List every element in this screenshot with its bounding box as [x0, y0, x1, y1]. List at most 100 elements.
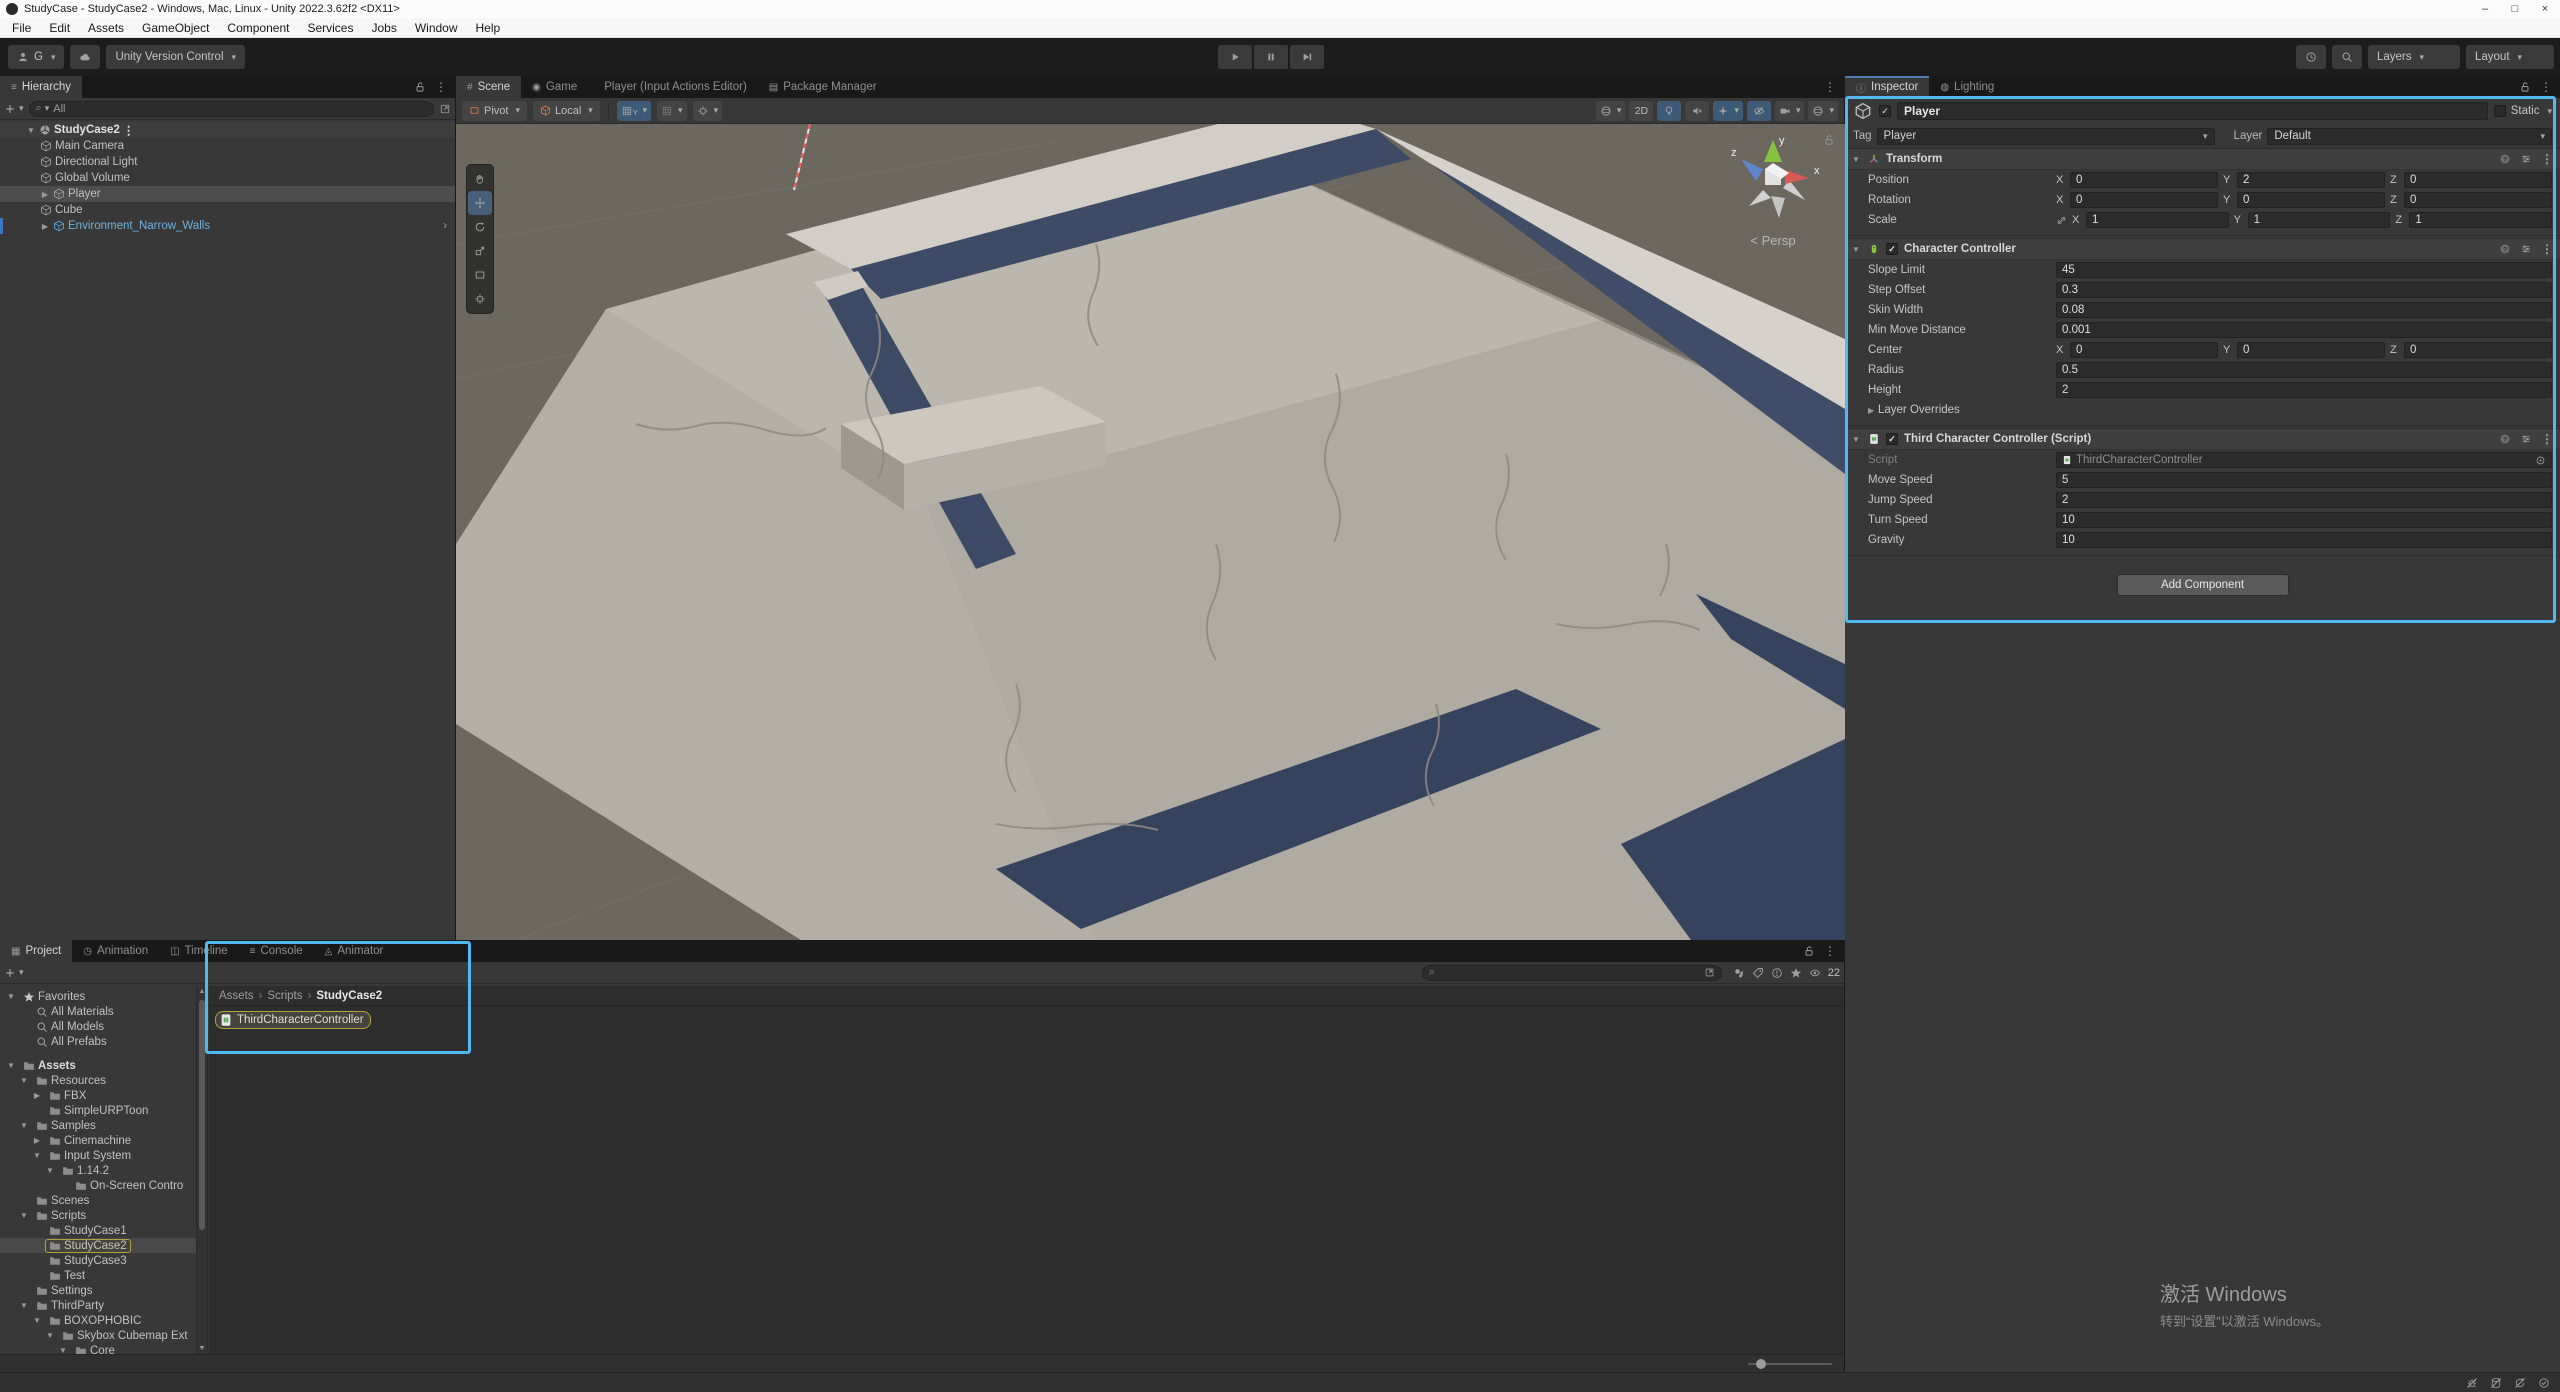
- foldout-open-icon[interactable]: ▼: [1852, 155, 1862, 164]
- folder-row[interactable]: ▼ Samples: [0, 1118, 196, 1133]
- help-icon[interactable]: [2499, 433, 2511, 445]
- hierarchy-search-input[interactable]: ⌕ All: [29, 101, 434, 117]
- folder-row[interactable]: StudyCase2: [0, 1238, 196, 1253]
- panel-menu-icon[interactable]: [1824, 80, 1836, 94]
- scene-lighting-toggle[interactable]: [1657, 101, 1681, 121]
- foldout-arrow-icon[interactable]: ▼: [32, 1316, 42, 1325]
- hierarchy-row[interactable]: Global Volume: [0, 170, 455, 186]
- local-global-toggle[interactable]: Local: [533, 101, 600, 121]
- hierarchy-row[interactable]: Cube: [0, 202, 455, 218]
- foldout-arrow-icon[interactable]: ▼: [45, 1166, 55, 1175]
- snap-increment-dropdown[interactable]: [693, 101, 723, 121]
- scene-view-tab[interactable]: ▤ Package Manager: [758, 76, 888, 98]
- layers-dropdown[interactable]: Layers: [2368, 45, 2460, 69]
- cache-server-disabled-icon[interactable]: [2490, 1377, 2502, 1389]
- search-by-type-icon[interactable]: [1733, 967, 1745, 979]
- pivot-toggle[interactable]: Pivot: [462, 101, 527, 121]
- value-field[interactable]: 0.5: [2056, 362, 2552, 378]
- folder-row[interactable]: ▶ FBX: [0, 1088, 196, 1103]
- scale-z-field[interactable]: 1: [2409, 212, 2552, 228]
- value-field[interactable]: 2: [2056, 492, 2552, 508]
- hierarchy-row[interactable]: Main Camera: [0, 138, 455, 154]
- tag-dropdown[interactable]: Player: [1877, 128, 2215, 145]
- bottom-panel-tab[interactable]: ≡ Console: [239, 940, 314, 962]
- lock-icon[interactable]: [2519, 81, 2531, 93]
- undo-history-button[interactable]: [2296, 45, 2326, 69]
- presets-icon[interactable]: [2520, 433, 2532, 445]
- folder-row[interactable]: ▼ Input System: [0, 1148, 196, 1163]
- foldout-arrow-icon[interactable]: ▶: [40, 190, 50, 199]
- presets-icon[interactable]: [2520, 153, 2532, 165]
- favorites-row[interactable]: ▼ Favorites: [0, 989, 196, 1004]
- cloud-button[interactable]: [70, 45, 100, 69]
- slider-knob[interactable]: [1756, 1359, 1766, 1369]
- create-menu-button[interactable]: [4, 103, 24, 115]
- folder-row[interactable]: ▼ Skybox Cubemap Ext: [0, 1328, 196, 1343]
- object-picker-icon[interactable]: [2535, 455, 2546, 466]
- panel-menu-icon[interactable]: [435, 80, 447, 94]
- gizmo-lock-icon[interactable]: [1823, 134, 1835, 146]
- window-picker-icon[interactable]: [439, 103, 451, 115]
- row-menu-icon[interactable]: ⋮: [123, 123, 135, 137]
- grid-snap-dropdown[interactable]: [657, 101, 687, 121]
- grid-visibility-dropdown[interactable]: Y: [617, 101, 651, 121]
- transform-header[interactable]: ▼ Transform: [1845, 148, 2560, 170]
- gameobject-name-field[interactable]: Player: [1897, 102, 2488, 120]
- value-field[interactable]: 10: [2056, 532, 2552, 548]
- debugger-detached-icon[interactable]: [2466, 1377, 2478, 1389]
- hierarchy-row[interactable]: ▶ Player: [0, 186, 455, 202]
- auto-refresh-disabled-icon[interactable]: [2514, 1377, 2526, 1389]
- folder-row[interactable]: ▼ Assets: [0, 1058, 196, 1073]
- foldout-open-icon[interactable]: ▼: [1852, 245, 1862, 254]
- folder-row[interactable]: StudyCase1: [0, 1223, 196, 1238]
- favorites-row[interactable]: All Materials: [0, 1004, 196, 1019]
- scene-view-tab[interactable]: ◉ Game: [521, 76, 588, 98]
- active-checkbox[interactable]: [1879, 105, 1891, 117]
- scrollbar-thumb[interactable]: [199, 1000, 205, 1230]
- bottom-panel-tab[interactable]: ◫ Timeline: [159, 940, 238, 962]
- menu-item[interactable]: GameObject: [133, 18, 218, 38]
- lock-icon[interactable]: [1803, 945, 1815, 957]
- foldout-arrow-icon[interactable]: ▼: [45, 1331, 55, 1340]
- rotation-y-field[interactable]: 0: [2237, 192, 2385, 208]
- minimize-button[interactable]: –: [2470, 0, 2500, 18]
- inspector-tab[interactable]: ⓘ Inspector: [1845, 76, 1929, 98]
- position-z-field[interactable]: 0: [2404, 172, 2552, 188]
- create-asset-button[interactable]: [4, 967, 24, 979]
- effects-dropdown[interactable]: [1713, 101, 1743, 121]
- value-field[interactable]: 45: [2056, 262, 2552, 278]
- global-search-button[interactable]: [2332, 45, 2362, 69]
- icon-size-slider[interactable]: [1748, 1363, 1832, 1365]
- scale-x-field[interactable]: 1: [2086, 212, 2229, 228]
- add-component-button[interactable]: Add Component: [2117, 574, 2289, 596]
- value-field[interactable]: 10: [2056, 512, 2552, 528]
- bottom-panel-tab[interactable]: ◬ Animator: [314, 940, 395, 962]
- breadcrumb-item[interactable]: Scripts ›: [267, 990, 311, 1002]
- component-menu-icon[interactable]: [2541, 152, 2553, 166]
- folder-row[interactable]: Settings: [0, 1283, 196, 1298]
- static-dropdown[interactable]: Static: [2494, 105, 2552, 117]
- component-menu-icon[interactable]: [2541, 432, 2553, 446]
- menu-item[interactable]: Jobs: [362, 18, 405, 38]
- component-enabled-checkbox[interactable]: [1886, 433, 1898, 445]
- scale-y-field[interactable]: 1: [2248, 212, 2391, 228]
- hidden-packages-icon[interactable]: [1771, 967, 1783, 979]
- foldout-open-icon[interactable]: ▼: [1852, 435, 1862, 444]
- position-x-field[interactable]: 0: [2070, 172, 2218, 188]
- foldout-arrow-icon[interactable]: ▼: [19, 1076, 29, 1085]
- help-icon[interactable]: [2499, 243, 2511, 255]
- layer-overrides-foldout[interactable]: ▶ Layer Overrides: [1845, 400, 2560, 420]
- scroll-down-arrow[interactable]: ▼: [197, 1345, 207, 1352]
- play-button[interactable]: [1218, 45, 1252, 69]
- center-x-field[interactable]: 0: [2070, 342, 2218, 358]
- scene-view-tab[interactable]: Player (Input Actions Editor): [588, 76, 758, 98]
- foldout-arrow-icon[interactable]: ▼: [19, 1211, 29, 1220]
- breadcrumb-item[interactable]: Assets ›: [219, 990, 262, 1002]
- value-field[interactable]: 0.08: [2056, 302, 2552, 318]
- pause-button[interactable]: [1254, 45, 1288, 69]
- shading-mode-dropdown[interactable]: [1596, 101, 1626, 121]
- folder-row[interactable]: ▼ 1.14.2: [0, 1163, 196, 1178]
- hierarchy-row[interactable]: ▶ Environment_Narrow_Walls ›: [0, 218, 455, 234]
- folder-row[interactable]: ▼ Scripts: [0, 1208, 196, 1223]
- folder-row[interactable]: SimpleURPToon: [0, 1103, 196, 1118]
